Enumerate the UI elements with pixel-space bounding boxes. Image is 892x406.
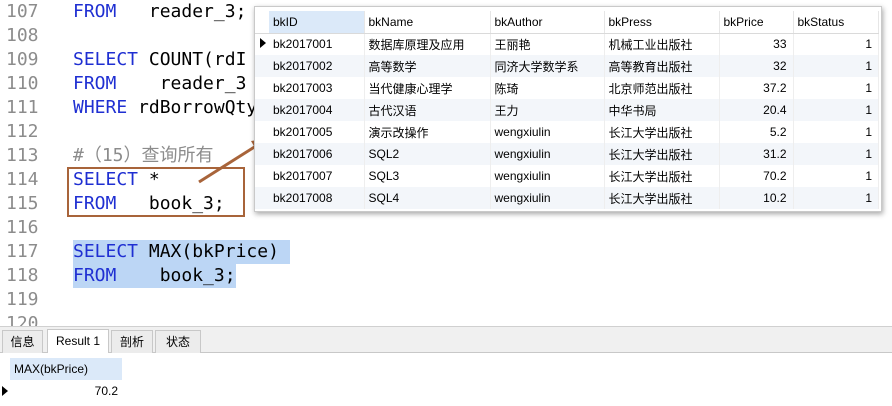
table-cell[interactable]: 1 [793, 187, 879, 209]
table-row[interactable]: bk2017003 当代健康心理学 陈琦 北京师范出版社 37.2 1 [255, 77, 879, 99]
table-cell[interactable]: bk2017005 [269, 121, 365, 143]
result-row[interactable]: 70.2 [0, 380, 892, 402]
table-cell[interactable]: wengxiulin [490, 165, 605, 187]
table-cell[interactable]: 同济大学数学系 [490, 55, 605, 77]
result-grid: bkID bkName bkAuthor bkPress bkPrice bkS… [255, 11, 879, 209]
table-cell[interactable]: bk2017006 [269, 143, 365, 165]
table-cell[interactable]: 机械工业出版社 [604, 33, 720, 55]
result-value[interactable]: 70.2 [10, 380, 122, 402]
result-tabs: 信息 Result 1 剖析 状态 [0, 326, 892, 354]
table-cell[interactable]: 长江大学出版社 [604, 143, 720, 165]
table-cell[interactable]: 5.2 [719, 121, 794, 143]
row-indicator [255, 187, 269, 209]
table-cell[interactable]: 1 [793, 99, 879, 121]
table-cell[interactable]: 37.2 [719, 77, 794, 99]
tab-status[interactable]: 状态 [155, 330, 201, 354]
table-cell[interactable]: 1 [793, 143, 879, 165]
table-row[interactable]: bk2017002 高等数学 同济大学数学系 高等教育出版社 32 1 [255, 55, 879, 77]
table-cell[interactable]: 数据库原理及应用 [364, 33, 491, 55]
col-header[interactable]: bkAuthor [490, 11, 605, 34]
table-cell[interactable]: 当代健康心理学 [364, 77, 491, 99]
table-cell[interactable]: 长江大学出版社 [604, 187, 720, 209]
col-header[interactable]: bkPress [604, 11, 720, 34]
table-cell[interactable]: 1 [793, 77, 879, 99]
tab-info[interactable]: 信息 [2, 330, 43, 354]
row-pointer-icon [2, 386, 8, 396]
result-pane: MAX(bkPrice) 70.2 [0, 353, 892, 406]
col-header[interactable]: bkPrice [719, 11, 794, 34]
row-indicator [255, 99, 269, 121]
row-indicator [255, 33, 269, 55]
table-cell[interactable]: 20.4 [719, 99, 794, 121]
row-indicator [255, 55, 269, 77]
table-row[interactable]: bk2017004 古代汉语 王力 中华书局 20.4 1 [255, 99, 879, 121]
col-header[interactable]: bkID [269, 11, 365, 34]
table-cell[interactable]: wengxiulin [490, 187, 605, 209]
table-cell[interactable]: 古代汉语 [364, 99, 491, 121]
table-cell[interactable]: 陈琦 [490, 77, 605, 99]
table-cell[interactable]: 长江大学出版社 [604, 165, 720, 187]
table-cell[interactable]: 王力 [490, 99, 605, 121]
table-cell[interactable]: wengxiulin [490, 143, 605, 165]
table-cell[interactable]: SQL4 [364, 187, 491, 209]
row-indicator [255, 165, 269, 187]
query-result-popup: bkID bkName bkAuthor bkPress bkPrice bkS… [254, 6, 882, 212]
table-cell[interactable]: 王丽艳 [490, 33, 605, 55]
table-cell[interactable]: 长江大学出版社 [604, 121, 720, 143]
table-row[interactable]: bk2017006 SQL2 wengxiulin 长江大学出版社 31.2 1 [255, 143, 879, 165]
table-cell[interactable]: 10.2 [719, 187, 794, 209]
table-cell[interactable]: 高等教育出版社 [604, 55, 720, 77]
grid-header-row: bkID bkName bkAuthor bkPress bkPrice bkS… [255, 11, 879, 34]
tab-profile[interactable]: 剖析 [111, 330, 153, 354]
table-cell[interactable]: bk2017004 [269, 99, 365, 121]
table-cell[interactable]: 70.2 [719, 165, 794, 187]
col-header[interactable]: bkName [364, 11, 491, 34]
result-column-header[interactable]: MAX(bkPrice) [10, 358, 122, 380]
table-cell[interactable]: 33 [719, 33, 794, 55]
table-cell[interactable]: bk2017001 [269, 33, 365, 55]
table-row[interactable]: bk2017001 数据库原理及应用 王丽艳 机械工业出版社 33 1 [255, 33, 879, 55]
table-cell[interactable]: bk2017008 [269, 187, 365, 209]
row-indicator-header [255, 11, 269, 34]
tab-result-1[interactable]: Result 1 [47, 329, 109, 354]
table-cell[interactable]: 32 [719, 55, 794, 77]
table-cell[interactable]: 31.2 [719, 143, 794, 165]
table-cell[interactable]: wengxiulin [490, 121, 605, 143]
row-pointer-icon [260, 38, 266, 49]
table-cell[interactable]: 1 [793, 121, 879, 143]
table-cell[interactable]: bk2017007 [269, 165, 365, 187]
table-cell[interactable]: 演示改操作 [364, 121, 491, 143]
table-row[interactable]: bk2017005 演示改操作 wengxiulin 长江大学出版社 5.2 1 [255, 121, 879, 143]
table-cell[interactable]: SQL2 [364, 143, 491, 165]
table-cell[interactable]: 1 [793, 55, 879, 77]
col-header[interactable]: bkStatus [793, 11, 879, 34]
table-cell[interactable]: 中华书局 [604, 99, 720, 121]
table-cell[interactable]: 1 [793, 33, 879, 55]
table-row[interactable]: bk2017007 SQL3 wengxiulin 长江大学出版社 70.2 1 [255, 165, 879, 187]
table-cell[interactable]: 高等数学 [364, 55, 491, 77]
row-indicator [255, 77, 269, 99]
table-cell[interactable]: 1 [793, 165, 879, 187]
row-indicator [255, 143, 269, 165]
table-cell[interactable]: SQL3 [364, 165, 491, 187]
table-row[interactable]: bk2017008 SQL4 wengxiulin 长江大学出版社 10.2 1 [255, 187, 879, 209]
table-cell[interactable]: bk2017003 [269, 77, 365, 99]
table-cell[interactable]: 北京师范出版社 [604, 77, 720, 99]
row-indicator [255, 121, 269, 143]
table-cell[interactable]: bk2017002 [269, 55, 365, 77]
